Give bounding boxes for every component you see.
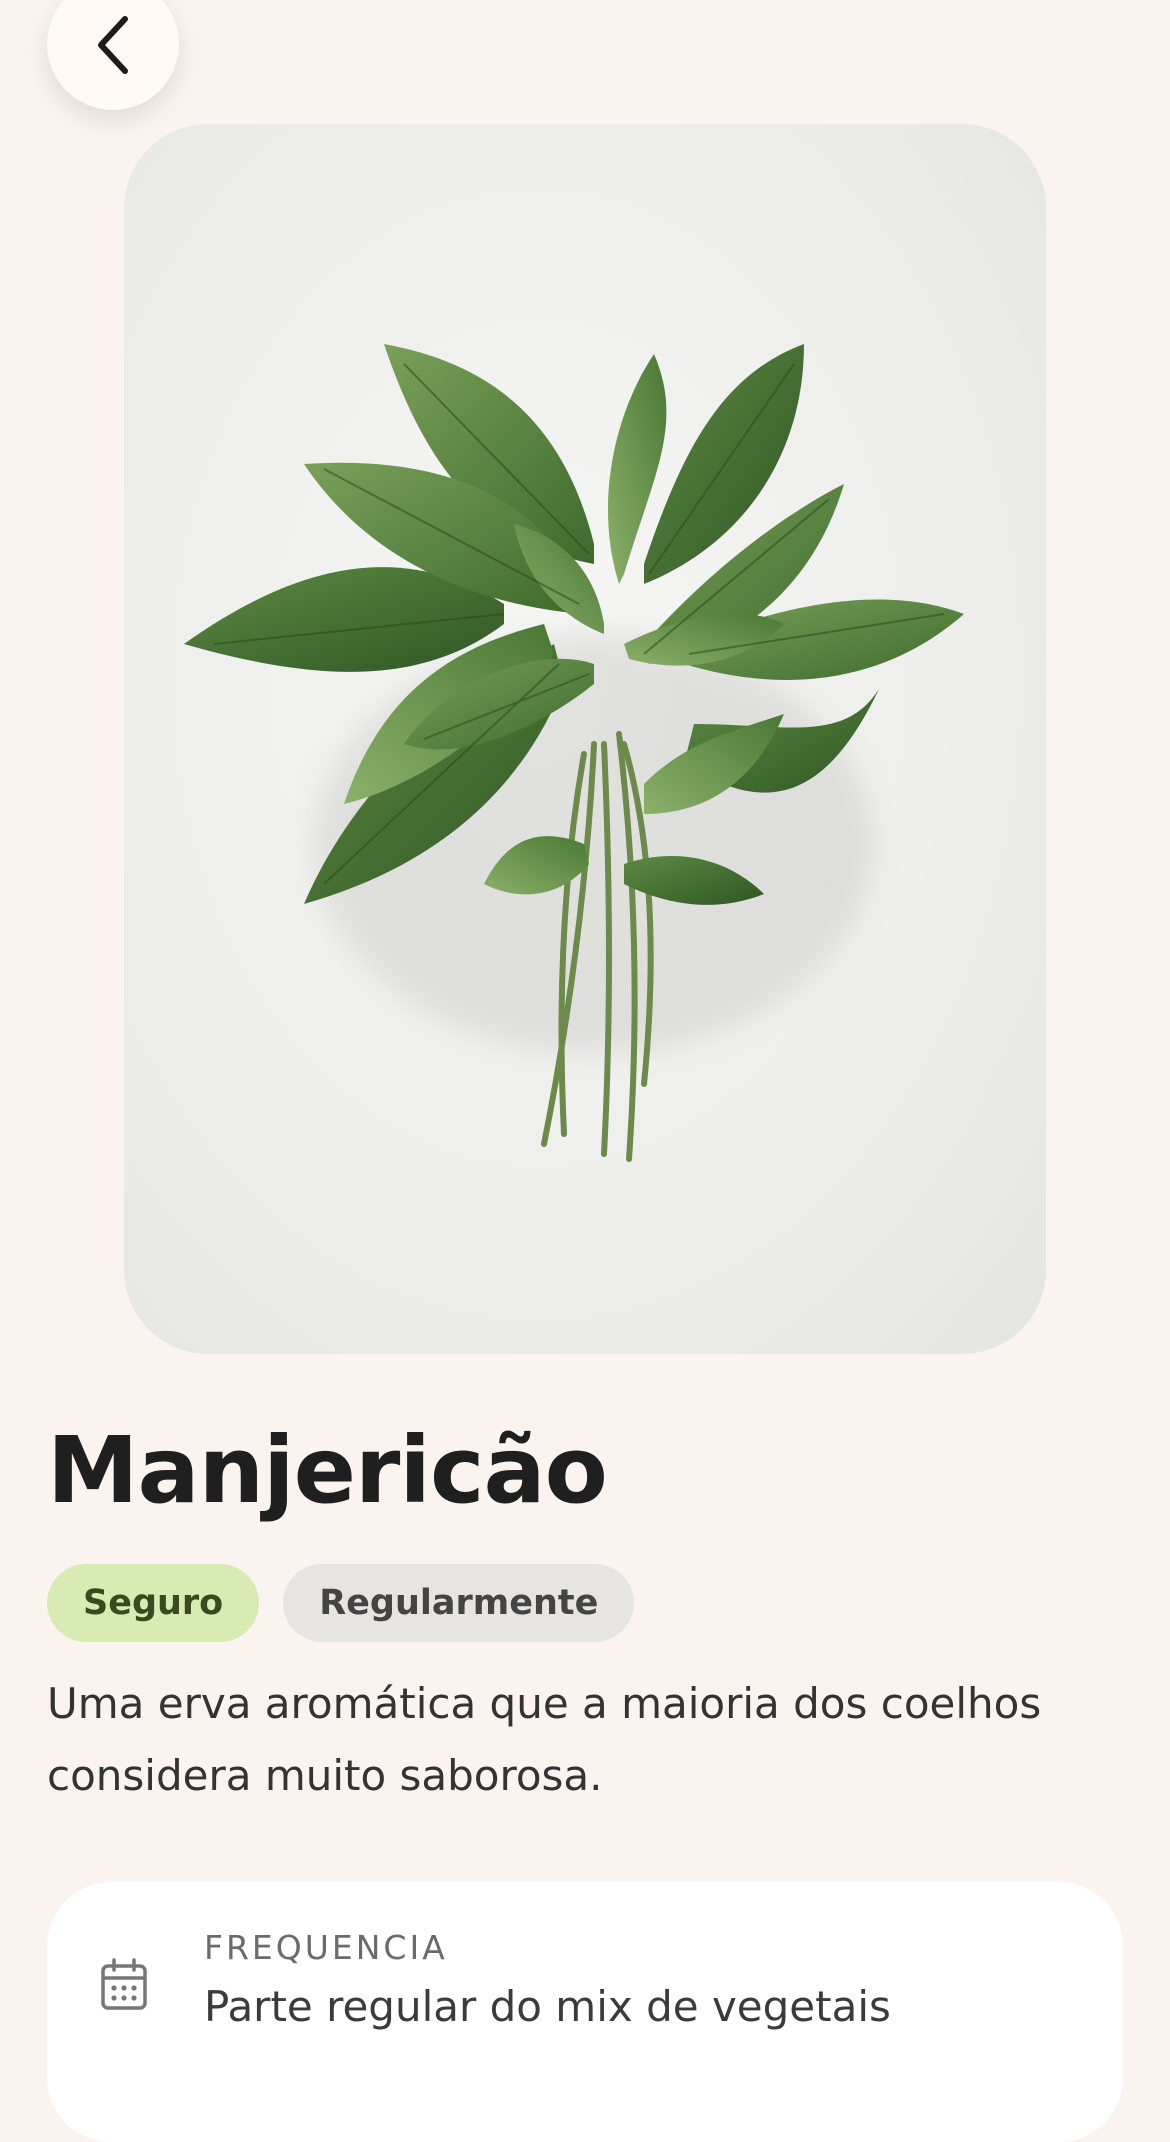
frequency-info-card: FREQUENCIA Parte regular do mix de veget…: [47, 1882, 1123, 2142]
chevron-left-icon: [91, 11, 135, 77]
hero-image: [124, 124, 1046, 1354]
basil-illustration: [184, 344, 964, 1162]
info-value: Parte regular do mix de vegetais: [204, 1982, 891, 2031]
info-label: FREQUENCIA: [204, 1928, 448, 1967]
description-text: Uma erva aromática que a maioria dos coe…: [47, 1679, 1042, 1800]
calendar-icon: [99, 1958, 149, 2012]
safety-badge: Seguro: [47, 1564, 260, 1642]
badge-row: Seguro Regularmente: [47, 1564, 635, 1642]
frequency-badge: Regularmente: [283, 1564, 635, 1642]
page-title: Manjericão: [47, 1417, 608, 1524]
back-button[interactable]: [47, 0, 179, 110]
